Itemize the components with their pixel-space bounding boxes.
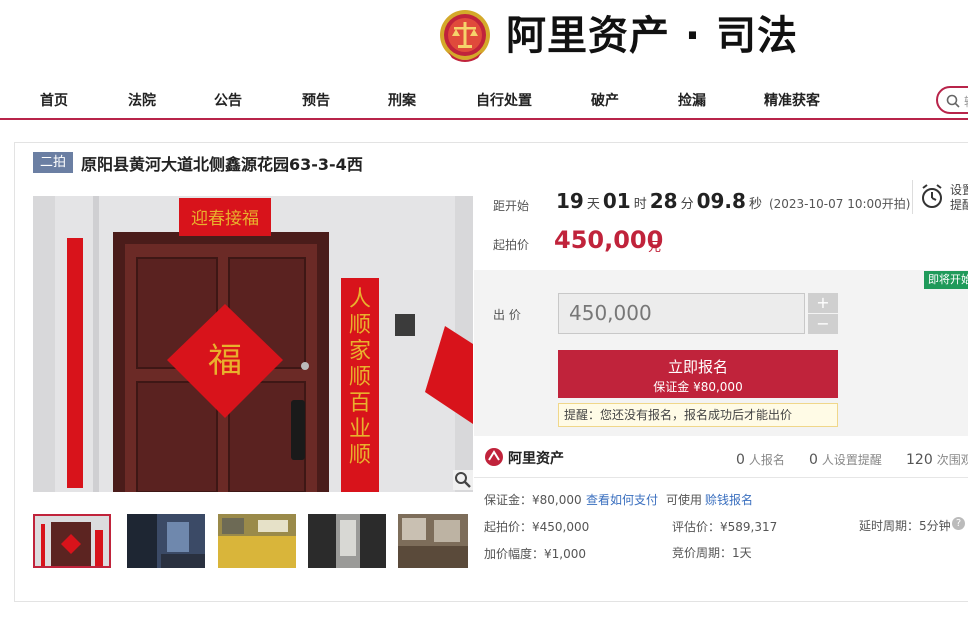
earn-deposit-link[interactable]: 赊钱报名 [705, 491, 753, 508]
signup-count-number: 0 [736, 452, 745, 468]
svg-text:家: 家 [349, 339, 371, 364]
bid-increase-button[interactable]: + [808, 293, 838, 313]
reminder-count: 0 人设置提醒 [809, 449, 882, 468]
auction-start-time: (2023-10-07 10:00开拍) [768, 197, 911, 211]
appraisal-info: 评估价：¥589,317 [672, 520, 778, 534]
svg-text:业: 业 [349, 417, 371, 442]
countdown-days: 19 [556, 189, 584, 213]
door-photo-illustration: 福 迎春接福 人 顺 家 顺 百 业 顺 [33, 196, 473, 492]
nav-item-home[interactable]: 首页 [40, 90, 68, 110]
nav-item-criminal[interactable]: 刑案 [388, 90, 416, 110]
svg-text:顺: 顺 [349, 365, 371, 390]
view-count: 120 次围观 [906, 449, 968, 468]
svg-text:迎春接福: 迎春接福 [191, 209, 259, 229]
svg-text:顺: 顺 [349, 313, 371, 338]
signup-count-text: 人报名 [748, 453, 785, 467]
start-price-label: 起拍价 [493, 238, 530, 252]
bid-decrease-button[interactable]: − [808, 314, 838, 334]
view-count-number: 120 [906, 452, 933, 468]
countdown-days-unit: 天 [586, 197, 600, 212]
zoom-icon[interactable] [453, 470, 473, 490]
nav-item-precise-leads[interactable]: 精准获客 [764, 90, 820, 110]
thumbnail-4[interactable] [308, 514, 386, 568]
thumbnail-room-image [127, 514, 205, 568]
search-placeholder: 输入 [964, 93, 968, 110]
deposit-info: 保证金：¥80,000 [484, 493, 582, 507]
svg-text:百: 百 [349, 391, 371, 416]
thumbnail-3[interactable] [218, 514, 296, 568]
svg-text:人: 人 [349, 287, 371, 312]
view-count-text: 次围观 [936, 453, 968, 467]
countdown-hours: 01 [602, 189, 631, 213]
nav-item-announcement[interactable]: 公告 [214, 90, 242, 110]
help-icon[interactable]: ? [952, 517, 965, 530]
nav-item-bankruptcy[interactable]: 破产 [591, 90, 619, 110]
status-badge: 即将开始 [924, 271, 968, 289]
site-header: 阿里资产 · 司法 [0, 0, 968, 78]
delay-info: 延时周期：5分钟 [859, 519, 951, 533]
thumbnail-hallway-image [308, 514, 386, 568]
svg-text:顺: 顺 [349, 443, 371, 468]
countdown-timer: 19 天 01 时 28 分 09.8 秒 (2023-10-07 10:00开拍) [556, 189, 910, 213]
nav-item-self-disposal[interactable]: 自行处置 [476, 90, 532, 110]
countdown-hours-unit: 时 [633, 197, 647, 212]
thumbnail-kitchen-image [218, 514, 296, 568]
thumbnail-door-image [35, 516, 109, 566]
signup-tip: 提醒：您还没有报名，报名成功后才能出价 [558, 403, 838, 427]
increment-info: 加价幅度：¥1,000 [484, 547, 586, 561]
reminder-count-text: 人设置提醒 [821, 453, 882, 467]
reminder-count-number: 0 [809, 452, 818, 468]
item-title[interactable]: 原阳县黄河大道北侧鑫源花园63-3-4西 [81, 151, 363, 175]
bid-label: 出 价 [493, 308, 521, 322]
signup-count: 0 人报名 [736, 449, 785, 468]
round-tag: 二拍 [33, 152, 73, 173]
start-price-info: 起拍价：¥450,000 [484, 520, 590, 534]
search-input[interactable]: 输入 [936, 86, 968, 114]
cycle-info: 竞价周期：1天 [672, 546, 752, 560]
main-photo[interactable]: 福 迎春接福 人 顺 家 顺 百 业 顺 [33, 196, 473, 492]
thumbnail-2[interactable] [127, 514, 205, 568]
how-to-pay-link[interactable]: 查看如何支付 [586, 491, 658, 508]
countdown-minutes-unit: 分 [680, 197, 694, 212]
signup-button-label: 立即报名 [667, 358, 728, 376]
bid-amount-input[interactable]: 450,000 [558, 293, 805, 334]
usable-text: 可使用 [666, 493, 703, 507]
reminder-label-line2[interactable]: 提醒 [950, 196, 968, 213]
nav-item-court[interactable]: 法院 [128, 90, 156, 110]
countdown-minutes: 28 [649, 189, 678, 213]
thumbnail-5[interactable] [398, 514, 468, 568]
countdown-seconds-unit: 秒 [748, 197, 762, 212]
thumbnail-building-image [398, 514, 468, 568]
thumbnail-1[interactable] [33, 514, 111, 568]
search-icon [946, 94, 960, 108]
ali-asset-brand: 阿里资产 [508, 451, 564, 467]
start-price-unit: 元 [648, 240, 662, 255]
nav-item-bargain[interactable]: 捡漏 [678, 90, 706, 110]
countdown-seconds: 09.8 [696, 189, 746, 213]
countdown-label: 距开始 [493, 199, 530, 213]
court-emblem-icon[interactable] [438, 8, 492, 66]
main-nav: 首页 法院 公告 预告 刑案 自行处置 破产 捡漏 精准获客 [0, 80, 968, 120]
nav-item-preview[interactable]: 预告 [302, 90, 330, 110]
signup-deposit-label: 保证金 ¥80,000 [653, 380, 743, 394]
svg-text:福: 福 [208, 341, 242, 381]
signup-button[interactable]: 立即报名 保证金 ¥80,000 [558, 350, 838, 398]
start-price-value: 450,000 [554, 226, 664, 254]
ali-asset-logo-icon [485, 448, 503, 466]
brand-title[interactable]: 阿里资产 · 司法 [506, 10, 798, 62]
alarm-clock-icon [922, 184, 942, 208]
